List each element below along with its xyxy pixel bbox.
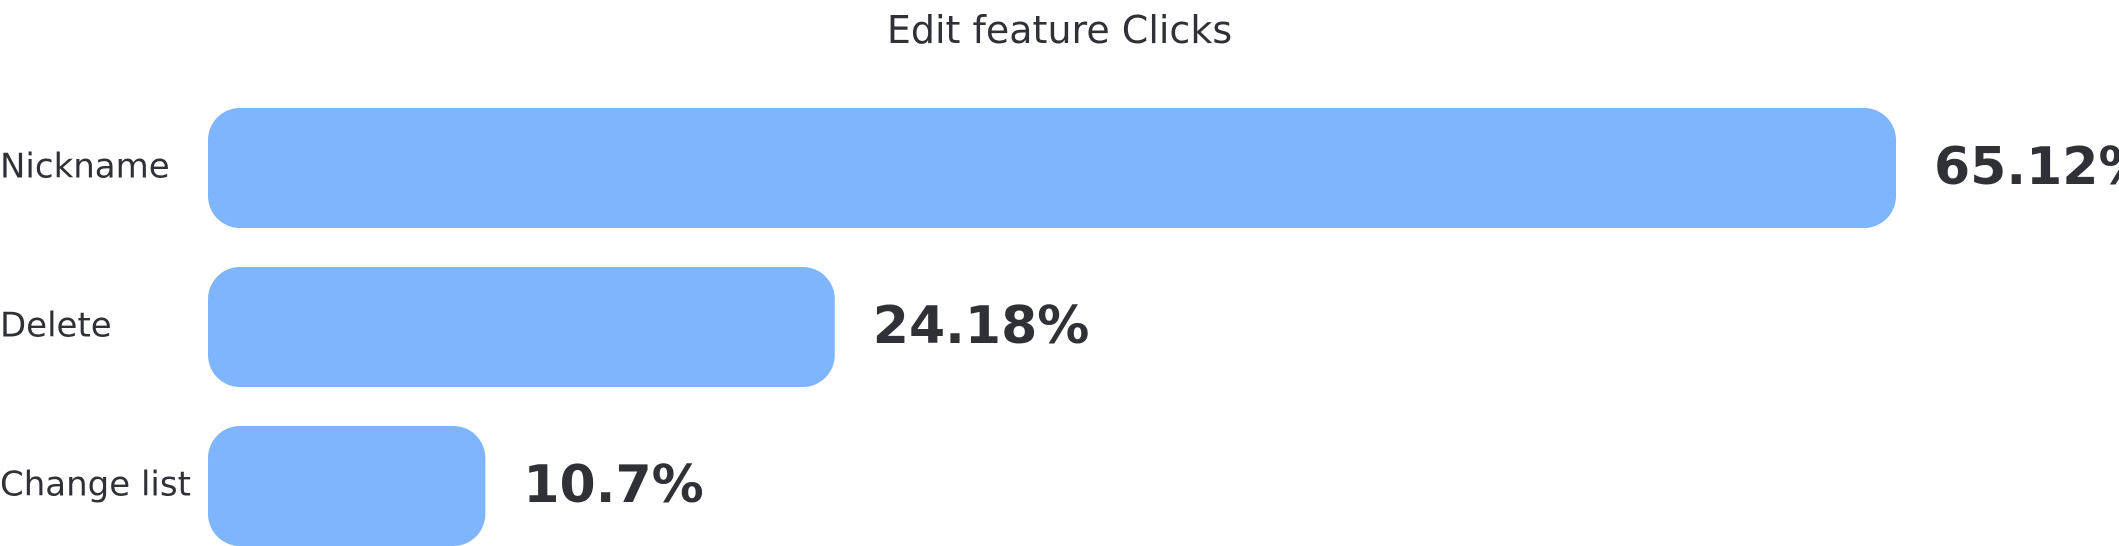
category-label: Change list <box>0 465 191 505</box>
bars-layer: Nickname 65.12% Delete 24.18% Change list 10.… <box>0 108 2119 546</box>
bar <box>208 108 1896 228</box>
bar <box>208 267 835 387</box>
category-label: Delete <box>0 306 112 346</box>
value-label: 65.12% <box>1934 137 2119 197</box>
category-label: Nickname <box>0 147 170 187</box>
bar-chart: Nickname 65.12% Delete 24.18% Change list 10.… <box>0 108 2119 546</box>
value-label: 10.7% <box>523 455 703 515</box>
value-label: 24.18% <box>873 296 1090 356</box>
bar <box>208 426 486 546</box>
